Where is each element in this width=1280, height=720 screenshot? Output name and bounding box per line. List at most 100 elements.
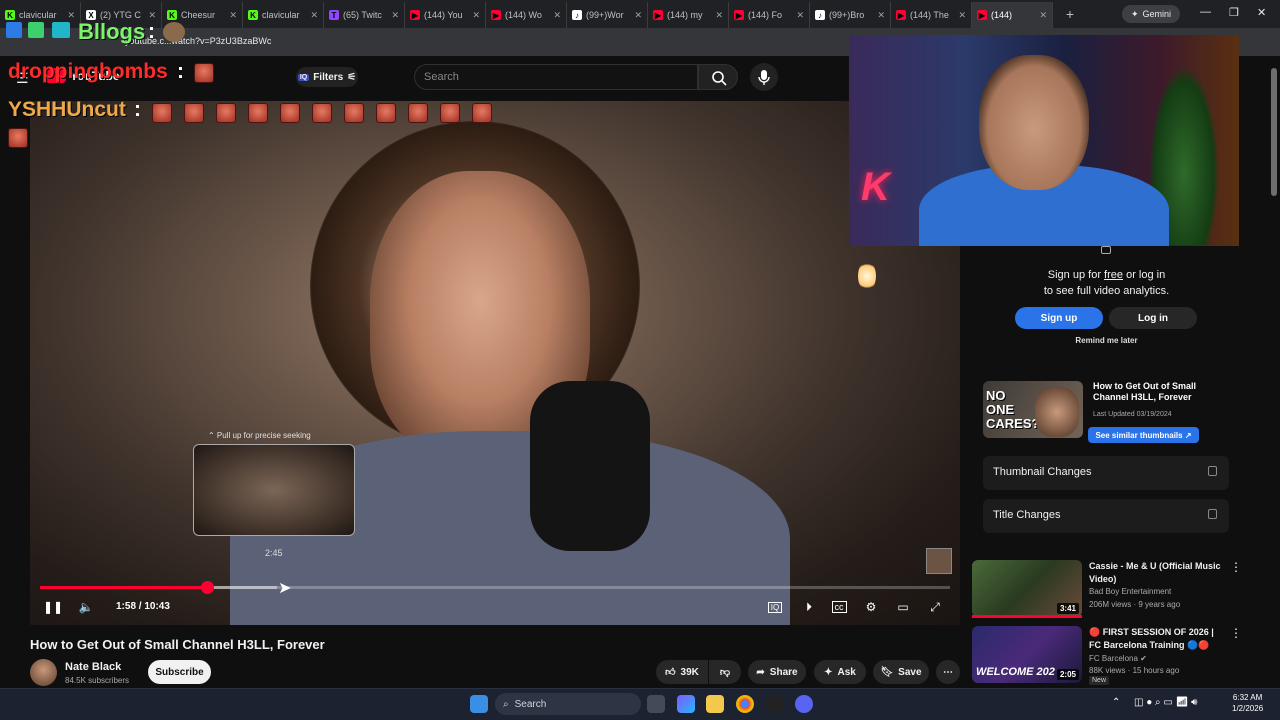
more-options-icon[interactable]: ⋮	[1230, 560, 1242, 574]
gemini-label: Gemini	[1142, 9, 1172, 19]
tab-close-icon[interactable]: ✕	[796, 10, 804, 21]
search-input[interactable]: Search	[414, 64, 698, 90]
minimize-icon[interactable]: —	[1200, 6, 1211, 18]
sign-up-button[interactable]: Sign up	[1015, 307, 1103, 329]
recommended-thumbnail[interactable]: 3:41	[972, 560, 1082, 617]
pause-button[interactable]: ❚❚	[42, 598, 64, 616]
task-view-icon[interactable]	[647, 695, 665, 713]
browser-tab[interactable]: ♪ (99+)Wor ✕	[567, 2, 648, 28]
gemini-button[interactable]: ✦ Gemini	[1122, 5, 1180, 23]
share-button[interactable]: ➦ Share	[748, 660, 806, 684]
tab-favicon-icon: K	[5, 10, 15, 20]
autoplay-toggle[interactable]: ⏵	[798, 598, 820, 616]
title-changes-row[interactable]: Title Changes	[983, 499, 1229, 533]
close-window-icon[interactable]: ✕	[1257, 6, 1266, 19]
subscribe-button[interactable]: Subscribe	[148, 660, 211, 684]
browser-tab[interactable]: T (65) Twitc ✕	[324, 2, 405, 28]
volume-button[interactable]: 🔈	[75, 598, 97, 616]
browser-tab[interactable]: ▶ (144) The ✕	[891, 2, 972, 28]
voice-search-button[interactable]	[750, 63, 778, 91]
thumbnail-changes-row[interactable]: Thumbnail Changes	[983, 456, 1229, 490]
thumbs-down-icon: 👎︎	[719, 667, 731, 678]
recommended-channel[interactable]: Bad Boy Entertainment	[1089, 587, 1171, 596]
tab-close-icon[interactable]: ✕	[553, 10, 561, 21]
tab-close-icon[interactable]: ✕	[148, 10, 156, 21]
scrollbar-thumb[interactable]	[1271, 68, 1277, 196]
search-button[interactable]	[698, 64, 738, 90]
browser-tab[interactable]: ▶ (144) You ✕	[405, 2, 486, 28]
analytics-text-line2: to see full video analytics.	[1043, 285, 1170, 297]
tab-close-icon[interactable]: ✕	[67, 10, 75, 21]
copilot-icon[interactable]	[677, 695, 695, 713]
recommended-title[interactable]: 🔴 FIRST SESSION OF 2026 | FC Barcelona T…	[1089, 626, 1224, 652]
tab-close-icon[interactable]: ✕	[391, 10, 399, 21]
tray-icons[interactable]: ◫ ● ⌕ ▭ 📶︎ 🔊︎	[1134, 697, 1197, 708]
tab-close-icon[interactable]: ✕	[1039, 10, 1047, 21]
recommended-item[interactable]: 3:41 Cassie - Me & U (Official Music Vid…	[972, 560, 1242, 622]
fullscreen-button[interactable]: ⤢	[924, 598, 946, 616]
recommended-channel[interactable]: FC Barcelona ✔	[1089, 654, 1147, 663]
browser-tab[interactable]: ♪ (99+)Bro ✕	[810, 2, 891, 28]
sliders-icon: ⚟	[347, 71, 357, 83]
video-player[interactable]: ⌃ Pull up for precise seeking 2:45 ➤ ❚❚ …	[30, 101, 960, 625]
share-label: Share	[769, 666, 798, 678]
file-explorer-icon[interactable]	[706, 695, 724, 713]
tab-close-icon[interactable]: ✕	[310, 10, 318, 21]
settings-button[interactable]: ⚙	[860, 598, 882, 616]
like-button[interactable]: 👍︎ 39K	[656, 660, 708, 684]
chrome-icon[interactable]	[736, 695, 754, 713]
progress-scrubber[interactable]	[201, 581, 215, 594]
recommended-thumbnail[interactable]: WELCOME 202 2:05	[972, 626, 1082, 683]
browser-tab[interactable]: ▶ (144) Fo ✕	[729, 2, 810, 28]
pause-icon: ❚❚	[42, 600, 64, 614]
recommended-title[interactable]: Cassie - Me & U (Official Music Video)	[1089, 560, 1224, 586]
more-actions-button[interactable]: ⋯	[936, 660, 960, 684]
remind-me-later-link[interactable]: Remind me later	[973, 336, 1240, 345]
tab-close-icon[interactable]: ✕	[877, 10, 885, 21]
tab-favicon-icon: ▶	[410, 10, 420, 20]
discord-icon[interactable]	[795, 695, 813, 713]
app-icon[interactable]	[766, 695, 784, 713]
tray-overflow-icon[interactable]: ⌃	[1112, 697, 1120, 708]
end-screen-avatar[interactable]	[926, 548, 952, 574]
filters-button[interactable]: IQ Filters ⚟	[296, 67, 358, 87]
tab-close-icon[interactable]: ✕	[958, 10, 966, 21]
browser-tab[interactable]: ▶ (144) Wo ✕	[486, 2, 567, 28]
browser-tab-strip: Kclavicular ✕ X (2) YTG C ✕ K Cheesur ✕ Kclavicu…	[0, 0, 1280, 28]
log-in-button[interactable]: Log in	[1109, 307, 1197, 329]
new-tab-button[interactable]: +	[1059, 6, 1081, 22]
ask-button[interactable]: ✦ Ask	[814, 660, 866, 684]
tab-close-icon[interactable]: ✕	[472, 10, 480, 21]
taskbar-search[interactable]: ⌕ Search	[495, 693, 641, 715]
page-scrollbar[interactable]	[1270, 58, 1278, 688]
streamer-webcam: K	[849, 35, 1239, 246]
emote-icon	[184, 103, 204, 123]
thumbnail-changes-label: Thumbnail Changes	[993, 466, 1092, 478]
analytics-thumbnail[interactable]: NO ONE CARES?	[983, 381, 1083, 438]
maximize-icon[interactable]: ❐	[1229, 6, 1239, 19]
overlay-colon: :	[177, 60, 184, 83]
save-button[interactable]: 🔖︎ Save	[873, 660, 929, 684]
browser-tab[interactable]: ▶ (144) my ✕	[648, 2, 729, 28]
theater-mode-button[interactable]: ▭	[892, 598, 914, 616]
browser-tab[interactable]: ▶ (144) ✕	[972, 2, 1053, 28]
taskbar-clock[interactable]: 6:32 AM 1/2/2026	[1232, 692, 1263, 714]
neon-sign: K	[861, 165, 890, 209]
extension-player-button[interactable]: IQ	[764, 598, 786, 616]
channel-name[interactable]: Nate Black	[65, 661, 121, 673]
tab-close-icon[interactable]: ✕	[229, 10, 237, 21]
more-options-icon[interactable]: ⋮	[1230, 626, 1242, 640]
emote-icon	[472, 103, 492, 123]
overlay-colon: :	[148, 20, 155, 43]
channel-avatar[interactable]	[30, 659, 57, 686]
browser-tab[interactable]: Kclavicular ✕	[243, 2, 324, 28]
progress-bar[interactable]	[40, 581, 950, 594]
tab-close-icon[interactable]: ✕	[715, 10, 723, 21]
dislike-button[interactable]: 👎︎	[709, 660, 741, 684]
see-similar-thumbnails-button[interactable]: See similar thumbnails ↗	[1088, 427, 1199, 443]
captions-button[interactable]: cc	[828, 598, 850, 616]
windows-start-icon[interactable]	[470, 695, 488, 713]
url-field[interactable]: youtube.c...watch?v=P3zU3BzaBWc	[125, 36, 271, 46]
tab-close-icon[interactable]: ✕	[634, 10, 642, 21]
recommended-item[interactable]: WELCOME 202 2:05 🔴 FIRST SESSION OF 2026…	[972, 626, 1242, 688]
